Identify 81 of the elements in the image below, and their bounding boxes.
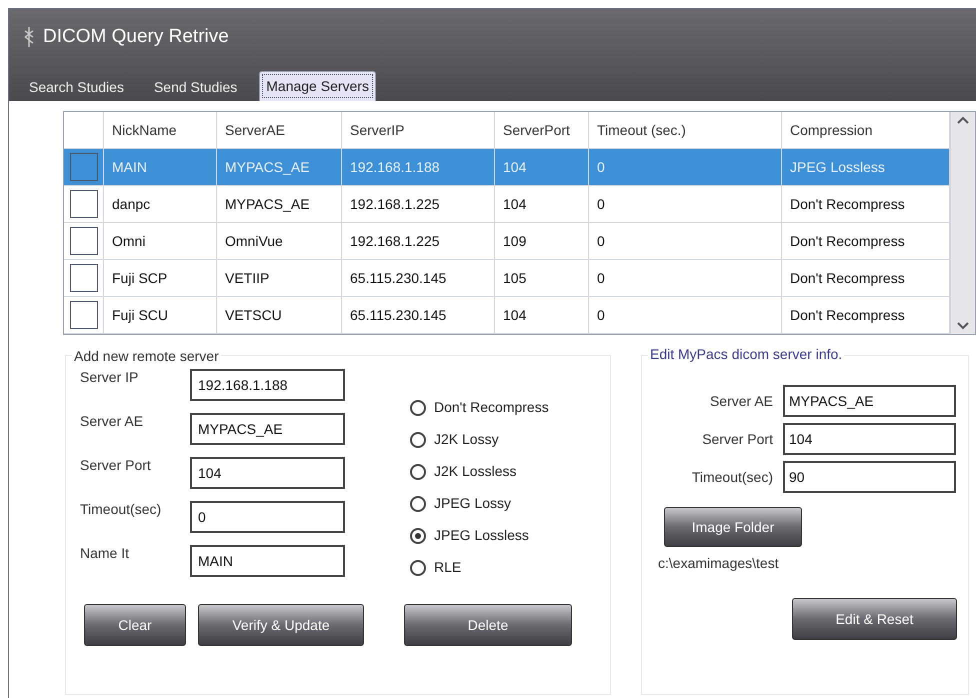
table-cell: 104: [495, 186, 589, 222]
table-cell: OmniVue: [217, 223, 342, 259]
text-field[interactable]: 90: [783, 461, 956, 493]
tab[interactable]: Send Studies: [146, 73, 246, 101]
table-cell: 192.168.1.225: [342, 186, 495, 222]
radio-button[interactable]: [410, 496, 426, 512]
table-cell: 192.168.1.188: [342, 149, 495, 185]
column-header[interactable]: ServerIP: [342, 112, 495, 148]
caduceus-icon: [23, 26, 35, 48]
table-cell: 0: [589, 149, 782, 185]
field-label: Timeout(sec): [690, 468, 773, 487]
radio-button[interactable]: [410, 400, 426, 416]
tab[interactable]: Manage Servers: [259, 71, 376, 101]
table-row[interactable]: Fuji SCP VETIIP 65.115.230.145 105 0 Don't Recompress: [64, 260, 950, 297]
row-checkbox[interactable]: [70, 190, 98, 218]
radio-button[interactable]: [410, 560, 426, 576]
radio-label: JPEG Lossy: [434, 494, 512, 513]
text-field[interactable]: 192.168.1.188: [190, 369, 345, 401]
radio-label: J2K Lossy: [434, 430, 499, 449]
table-cell: Omni: [104, 223, 217, 259]
scroll-down-icon[interactable]: [957, 322, 969, 330]
field-label: Server Port: [701, 430, 773, 448]
table-row[interactable]: Omni OmniVue 192.168.1.225 109 0 Don't Recompress: [64, 223, 950, 260]
column-header[interactable]: ServerAE: [217, 112, 342, 148]
window-title: DICOM Query Retrive: [43, 24, 229, 49]
delete-button[interactable]: Delete: [404, 604, 572, 646]
radio-button[interactable]: [410, 464, 426, 480]
row-checkbox[interactable]: [70, 153, 98, 181]
radio-label: JPEG Lossless: [434, 526, 529, 545]
clear-button[interactable]: Clear: [84, 604, 186, 646]
tab[interactable]: Search Studies: [21, 73, 132, 101]
field-label: Server Port: [80, 456, 152, 475]
table-row[interactable]: danpc MYPACS_AE 192.168.1.225 104 0 Don't Recompress: [64, 186, 950, 223]
table-cell: 65.115.230.145: [342, 260, 495, 296]
field-label: Server AE: [80, 412, 144, 431]
table-cell: 65.115.230.145: [342, 297, 495, 333]
radio-button[interactable]: [410, 432, 426, 448]
folder-path: c:\examimages\test: [658, 554, 780, 573]
image-folder-button[interactable]: Image Folder: [664, 507, 802, 547]
text-field[interactable]: 104: [190, 457, 345, 489]
text-field[interactable]: 0: [190, 501, 345, 533]
table-cell: 0: [589, 223, 782, 259]
table-cell: VETIIP: [217, 260, 342, 296]
table-cell: 0: [589, 260, 782, 296]
column-header[interactable]: Timeout (sec.): [589, 112, 782, 148]
radio-button[interactable]: [410, 528, 426, 544]
table-cell: 105: [495, 260, 589, 296]
table-row[interactable]: Fuji SCU VETSCU 65.115.230.145 104 0 Don't Recompress: [64, 297, 950, 334]
table-cell: MYPACS_AE: [217, 149, 342, 185]
table-cell: MYPACS_AE: [217, 186, 342, 222]
text-field[interactable]: MAIN: [190, 545, 345, 577]
radio-label: Don't Recompress: [434, 398, 549, 417]
row-checkbox[interactable]: [70, 264, 98, 292]
table-cell: 109: [495, 223, 589, 259]
column-header[interactable]: ServerPort: [495, 112, 589, 148]
edit-reset-button[interactable]: Edit & Reset: [792, 598, 957, 640]
text-field[interactable]: MYPACS_AE: [783, 385, 956, 417]
table-cell: VETSCU: [217, 297, 342, 333]
table-cell: Fuji SCU: [104, 297, 217, 333]
row-checkbox[interactable]: [70, 301, 98, 329]
table-cell: danpc: [104, 186, 217, 222]
scroll-up-icon[interactable]: [957, 116, 969, 124]
column-header[interactable]: NickName: [104, 112, 217, 148]
scrollbar[interactable]: [950, 112, 975, 334]
field-label: Server IP: [80, 368, 140, 387]
table-cell: Fuji SCP: [104, 260, 217, 296]
text-field[interactable]: 104: [783, 423, 956, 455]
table-cell: 192.168.1.225: [342, 223, 495, 259]
row-checkbox[interactable]: [70, 227, 98, 255]
field-label: Timeout(sec): [80, 500, 162, 519]
radio-label: RLE: [434, 558, 462, 577]
table-cell: 104: [495, 297, 589, 333]
table-cell: MAIN: [104, 149, 217, 185]
field-label: Server AE: [708, 392, 773, 410]
table-cell: 0: [589, 297, 782, 333]
field-label: Name It: [80, 544, 130, 563]
radio-label: J2K Lossless: [434, 462, 516, 481]
verify-update-button[interactable]: Verify & Update: [198, 604, 364, 646]
text-field[interactable]: MYPACS_AE: [190, 413, 345, 445]
table-cell: 104: [495, 149, 589, 185]
table-cell: 0: [589, 186, 782, 222]
